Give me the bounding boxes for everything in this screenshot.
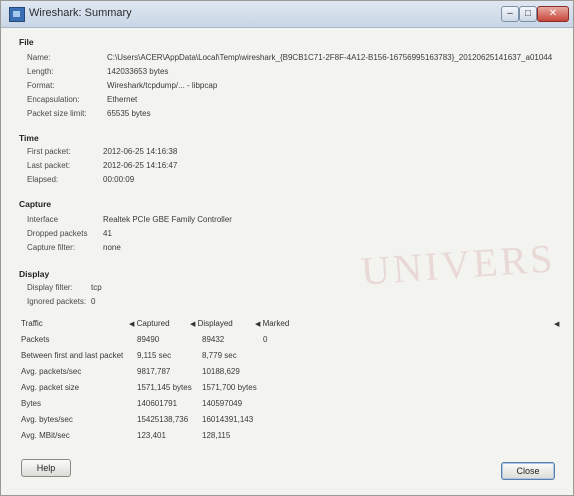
interface-label: Interface (27, 215, 59, 224)
captured-cell: 15425138,736 (137, 415, 189, 424)
file-encapsulation-label: Encapsulation: (27, 95, 80, 104)
captured-header-label: Captured (136, 319, 170, 328)
time-heading: Time (19, 133, 39, 143)
last-packet-label: Last packet: (27, 161, 71, 170)
table-row-label: Between first and last packet (21, 351, 124, 360)
captured-cell: 123,401 (137, 431, 166, 440)
capture-heading: Capture (19, 199, 52, 209)
watermark-text: UNIVERS (359, 235, 557, 294)
display-filter-value: tcp (91, 283, 102, 292)
first-packet-value: 2012-06-25 14:16:38 (103, 147, 178, 156)
table-row-label: Avg. packet size (21, 383, 80, 392)
dropped-packets-value: 41 (103, 229, 112, 238)
file-name-label: Name: (27, 53, 51, 62)
table-row-label: Avg. bytes/sec (21, 415, 73, 424)
displayed-cell: 89432 (202, 335, 225, 344)
wireshark-app-icon (9, 7, 25, 22)
maximize-button[interactable]: □ (519, 6, 537, 22)
table-row-label: Avg. packets/sec (21, 367, 82, 376)
displayed-cell: 16014391,143 (202, 415, 254, 424)
elapsed-value: 00:00:09 (103, 175, 135, 184)
capture-filter-value: none (103, 243, 121, 252)
minimize-button[interactable]: – (501, 6, 519, 22)
help-button[interactable]: Help (21, 459, 71, 477)
marked-cell: 0 (263, 335, 268, 344)
file-heading: File (19, 37, 34, 47)
captured-cell: 89490 (137, 335, 160, 344)
displayed-header-label: Displayed (197, 319, 233, 328)
interface-value: Realtek PCIe GBE Family Controller (103, 215, 232, 224)
first-packet-label: First packet: (27, 147, 71, 156)
file-length-value: 142033653 bytes (107, 67, 169, 76)
sort-arrow-icon: ◀ (129, 321, 135, 328)
file-packet-limit-value: 65535 bytes (107, 109, 151, 118)
dropped-packets-label: Dropped packets (27, 229, 88, 238)
file-format-value: Wireshark/tcpdump/... - libpcap (107, 81, 218, 90)
captured-cell: 140601791 (137, 399, 178, 408)
scroll-left-icon[interactable]: ◀ (554, 319, 559, 328)
capture-filter-label: Capture filter: (27, 243, 76, 252)
displayed-cell: 140597049 (202, 399, 243, 408)
elapsed-label: Elapsed: (27, 175, 59, 184)
file-length-label: Length: (27, 67, 54, 76)
captured-cell: 1571,145 bytes (137, 383, 192, 392)
captured-column-header[interactable]: ◀ Captured (129, 319, 170, 328)
marked-header-label: Marked (262, 319, 290, 328)
table-row-label: Avg. MBit/sec (21, 431, 70, 440)
ignored-packets-label: Ignored packets: (27, 297, 87, 306)
captured-cell: 9,115 sec (137, 351, 172, 360)
close-button[interactable]: Close (501, 462, 555, 480)
sort-arrow-icon: ◀ (255, 321, 261, 328)
captured-cell: 9817,787 (137, 367, 171, 376)
traffic-column-header[interactable]: Traffic (21, 319, 43, 328)
displayed-cell: 128,115 (202, 431, 231, 440)
displayed-cell: 1571,700 bytes (202, 383, 257, 392)
ignored-packets-value: 0 (91, 297, 96, 306)
displayed-cell: 10188,629 (202, 367, 240, 376)
marked-column-header[interactable]: ◀ Marked (255, 319, 289, 328)
window-title: Wireshark: Summary (29, 7, 132, 19)
table-row-label: Bytes (21, 399, 42, 408)
file-name-value: C:\Users\ACER\AppData\Local\Temp\wiresha… (107, 53, 553, 62)
file-packet-limit-label: Packet size limit: (27, 109, 87, 118)
file-format-label: Format: (27, 81, 55, 90)
displayed-cell: 8,779 sec (202, 351, 237, 360)
close-window-button[interactable]: ✕ (537, 6, 569, 22)
summary-window: Wireshark: Summary – □ ✕ UNIVERS File Na… (0, 0, 574, 496)
sort-arrow-icon: ◀ (190, 321, 196, 328)
display-heading: Display (19, 269, 50, 279)
title-bar[interactable]: Wireshark: Summary – □ ✕ (1, 1, 573, 28)
display-filter-label: Display filter: (27, 283, 73, 292)
file-encapsulation-value: Ethernet (107, 95, 138, 104)
last-packet-value: 2012-06-25 14:16:47 (103, 161, 178, 170)
displayed-column-header[interactable]: ◀ Displayed (190, 319, 233, 328)
table-row-label: Packets (21, 335, 50, 344)
